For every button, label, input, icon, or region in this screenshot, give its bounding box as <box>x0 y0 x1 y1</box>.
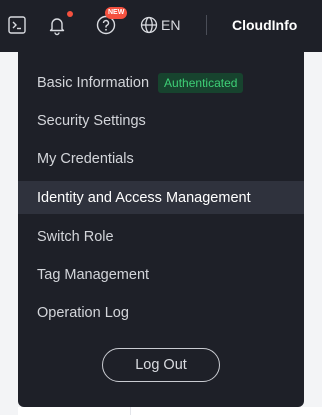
menu-item-operation-log[interactable]: Operation Log <box>18 296 304 329</box>
page-background-right <box>304 52 322 415</box>
top-navbar: NEW EN CloudInfo <box>0 0 322 52</box>
menu-item-label: Identity and Access Management <box>37 189 251 206</box>
bell-icon[interactable] <box>46 14 68 36</box>
page-divider <box>130 407 131 415</box>
menu-item-identity-and-access-management[interactable]: Identity and Access Management <box>18 181 304 214</box>
topbar-divider <box>206 15 207 35</box>
menu-item-security-settings[interactable]: Security Settings <box>18 104 304 137</box>
menu-item-label: Switch Role <box>37 228 114 245</box>
language-label: EN <box>161 17 181 33</box>
menu-item-switch-role[interactable]: Switch Role <box>18 220 304 253</box>
account-menu-button[interactable]: CloudInfo <box>232 17 297 33</box>
menu-item-label: Security Settings <box>37 112 146 129</box>
new-badge: NEW <box>105 7 128 19</box>
logout-container: Log Out <box>18 348 304 382</box>
page-background-left <box>0 52 18 415</box>
terminal-icon[interactable] <box>8 16 26 34</box>
page-background-bottom <box>18 407 322 415</box>
authenticated-badge: Authenticated <box>158 72 244 93</box>
menu-item-label: Operation Log <box>37 304 129 321</box>
account-dropdown-menu: Basic Information Authenticated Security… <box>18 52 304 407</box>
menu-item-label: My Credentials <box>37 150 134 167</box>
globe-icon <box>140 16 158 34</box>
logout-button[interactable]: Log Out <box>102 348 220 382</box>
menu-item-label: Tag Management <box>37 266 150 283</box>
menu-item-my-credentials[interactable]: My Credentials <box>18 142 304 175</box>
menu-item-label: Basic Information <box>37 74 150 91</box>
menu-item-tag-management[interactable]: Tag Management <box>18 258 304 291</box>
language-switcher[interactable]: EN <box>140 15 180 35</box>
notification-dot <box>67 11 73 17</box>
menu-item-basic-information[interactable]: Basic Information Authenticated <box>18 66 304 99</box>
